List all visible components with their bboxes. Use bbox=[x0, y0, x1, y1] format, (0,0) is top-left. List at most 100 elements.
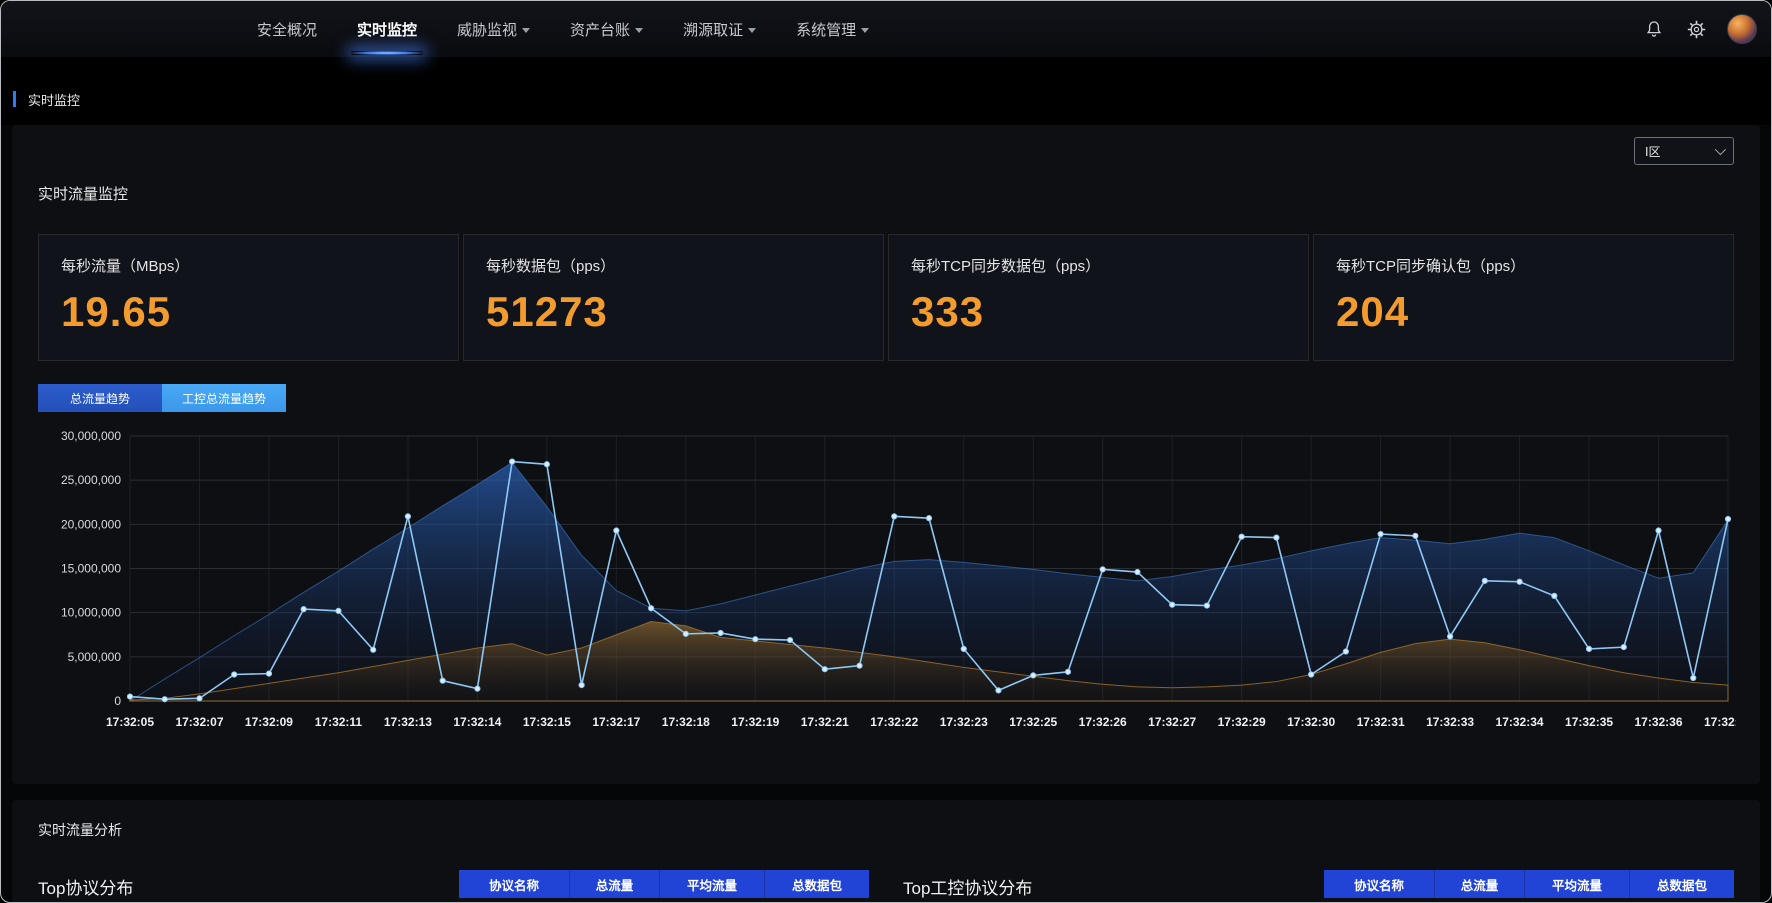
nav-item-label: 系统管理 bbox=[796, 19, 856, 40]
top-protocol-distribution: Top协议分布 协议名称 总流量 平均流量 总数据包 bbox=[38, 870, 869, 899]
zone-select-value: Ⅰ区 bbox=[1645, 143, 1661, 160]
column-header: 协议名称 bbox=[1324, 870, 1434, 898]
analysis-tables-row: Top协议分布 协议名称 总流量 平均流量 总数据包 Top工控协议分布 bbox=[38, 870, 1734, 899]
table-title-top-protocol: Top协议分布 bbox=[38, 870, 133, 899]
user-avatar[interactable] bbox=[1727, 14, 1757, 44]
nav-item-threat-watch[interactable]: 威胁监视 bbox=[457, 1, 530, 57]
svg-text:17:32:15: 17:32:15 bbox=[523, 715, 571, 729]
realtime-traffic-panel: Ⅰ区 实时流量监控 每秒流量（MBps） 19.65 每秒数据包（pps） 51… bbox=[12, 125, 1760, 784]
column-header: 平均流量 bbox=[1524, 870, 1629, 898]
nav-item-realtime-monitor[interactable]: 实时监控 bbox=[357, 1, 417, 57]
svg-text:17:32:18: 17:32:18 bbox=[662, 715, 710, 729]
svg-text:17:32:05: 17:32:05 bbox=[106, 715, 154, 729]
svg-text:15,000,000: 15,000,000 bbox=[61, 562, 121, 576]
traffic-trend-chart: 17:32:05 17:32:07 17:32:09 17:32:11 17:32:13… bbox=[38, 422, 1736, 737]
app-window: 安全概况 实时监控 威胁监视 资产台账 溯源取证 系统管理 bbox=[0, 0, 1772, 903]
nav-item-label: 资产台账 bbox=[570, 19, 630, 40]
stat-label: 每秒TCP同步数据包（pps） bbox=[911, 255, 1286, 276]
stat-label: 每秒TCP同步确认包（pps） bbox=[1336, 255, 1711, 276]
column-header: 总数据包 bbox=[1629, 870, 1734, 898]
nav-item-label: 威胁监视 bbox=[457, 19, 517, 40]
breadcrumb-bar: 实时监控 bbox=[1, 57, 1771, 125]
main-content: Ⅰ区 实时流量监控 每秒流量（MBps） 19.65 每秒数据包（pps） 51… bbox=[1, 125, 1771, 903]
stat-label: 每秒流量（MBps） bbox=[61, 255, 436, 276]
stat-card-mbps: 每秒流量（MBps） 19.65 bbox=[38, 234, 459, 361]
svg-text:17:32:29: 17:32:29 bbox=[1218, 715, 1266, 729]
svg-text:17:32:09: 17:32:09 bbox=[245, 715, 293, 729]
notification-bell-icon[interactable] bbox=[1643, 18, 1665, 40]
column-header: 平均流量 bbox=[659, 870, 764, 898]
nav-item-label: 安全概况 bbox=[257, 19, 317, 40]
svg-text:0: 0 bbox=[114, 694, 121, 708]
nav-item-system-management[interactable]: 系统管理 bbox=[796, 1, 869, 57]
column-header: 总流量 bbox=[1434, 870, 1524, 898]
svg-text:17:32:17: 17:32:17 bbox=[592, 715, 640, 729]
tab-total-traffic-trend[interactable]: 总流量趋势 bbox=[38, 384, 162, 412]
svg-text:17:32:14: 17:32:14 bbox=[453, 715, 501, 729]
svg-text:17:32:13: 17:32:13 bbox=[384, 715, 432, 729]
top-navbar: 安全概况 实时监控 威胁监视 资产台账 溯源取证 系统管理 bbox=[1, 1, 1771, 57]
zone-select-dropdown[interactable]: Ⅰ区 bbox=[1634, 137, 1734, 165]
svg-text:17:32:25: 17:32:25 bbox=[1009, 715, 1057, 729]
chevron-down-icon bbox=[1715, 144, 1726, 155]
svg-text:5,000,000: 5,000,000 bbox=[68, 650, 122, 664]
svg-text:17:32:19: 17:32:19 bbox=[731, 715, 779, 729]
svg-text:17:32:07: 17:32:07 bbox=[175, 715, 223, 729]
chart-container: 17:32:05 17:32:07 17:32:09 17:32:11 17:32:13… bbox=[38, 422, 1734, 737]
svg-text:17:32:23: 17:32:23 bbox=[940, 715, 988, 729]
chevron-down-icon bbox=[635, 28, 643, 33]
svg-text:17:32:22: 17:32:22 bbox=[870, 715, 918, 729]
stat-card-tcp-synack: 每秒TCP同步确认包（pps） 204 bbox=[1313, 234, 1734, 361]
svg-text:17:32:27: 17:32:27 bbox=[1148, 715, 1196, 729]
svg-text:20,000,000: 20,000,000 bbox=[61, 517, 121, 531]
section-title-traffic-monitor: 实时流量监控 bbox=[38, 125, 1734, 204]
chevron-down-icon bbox=[861, 28, 869, 33]
nav-item-security-overview[interactable]: 安全概况 bbox=[257, 1, 317, 57]
nav-item-asset-ledger[interactable]: 资产台账 bbox=[570, 1, 643, 57]
ics-protocol-table-header: 协议名称 总流量 平均流量 总数据包 bbox=[1324, 870, 1734, 898]
svg-text:17:32:31: 17:32:31 bbox=[1357, 715, 1405, 729]
column-header: 总流量 bbox=[569, 870, 659, 898]
stat-label: 每秒数据包（pps） bbox=[486, 255, 861, 276]
ics-protocol-table: 协议名称 总流量 平均流量 总数据包 bbox=[1324, 870, 1734, 898]
svg-text:17:32:37: 17:32:37 bbox=[1704, 715, 1736, 729]
stat-card-pps: 每秒数据包（pps） 51273 bbox=[463, 234, 884, 361]
nav-item-label: 实时监控 bbox=[357, 19, 417, 40]
nav-item-trace-forensics[interactable]: 溯源取证 bbox=[683, 1, 756, 57]
section-title-traffic-analysis: 实时流量分析 bbox=[38, 800, 1734, 840]
topbar-actions bbox=[1643, 1, 1771, 57]
protocol-table: 协议名称 总流量 平均流量 总数据包 bbox=[459, 870, 869, 898]
settings-gear-icon[interactable] bbox=[1685, 18, 1707, 40]
svg-text:17:32:21: 17:32:21 bbox=[801, 715, 849, 729]
column-header: 协议名称 bbox=[459, 870, 569, 898]
breadcrumb-accent bbox=[13, 91, 16, 107]
svg-text:17:32:36: 17:32:36 bbox=[1634, 715, 1682, 729]
stat-value: 204 bbox=[1336, 288, 1711, 336]
svg-text:10,000,000: 10,000,000 bbox=[61, 606, 121, 620]
table-title-top-ics-protocol: Top工控协议分布 bbox=[903, 870, 1032, 899]
stat-value: 51273 bbox=[486, 288, 861, 336]
chevron-down-icon bbox=[748, 28, 756, 33]
svg-text:30,000,000: 30,000,000 bbox=[61, 429, 121, 443]
svg-text:17:32:26: 17:32:26 bbox=[1079, 715, 1127, 729]
stat-card-tcp-syn: 每秒TCP同步数据包（pps） 333 bbox=[888, 234, 1309, 361]
svg-text:17:32:33: 17:32:33 bbox=[1426, 715, 1474, 729]
stat-value: 19.65 bbox=[61, 288, 436, 336]
main-nav: 安全概况 实时监控 威胁监视 资产台账 溯源取证 系统管理 bbox=[1, 1, 869, 57]
svg-text:25,000,000: 25,000,000 bbox=[61, 473, 121, 487]
nav-item-label: 溯源取证 bbox=[683, 19, 743, 40]
column-header: 总数据包 bbox=[764, 870, 869, 898]
svg-text:17:32:35: 17:32:35 bbox=[1565, 715, 1613, 729]
svg-text:17:32:30: 17:32:30 bbox=[1287, 715, 1335, 729]
chevron-down-icon bbox=[522, 28, 530, 33]
svg-text:17:32:11: 17:32:11 bbox=[315, 715, 363, 729]
trend-tabs: 总流量趋势 工控总流量趋势 bbox=[38, 384, 1734, 412]
protocol-table-header: 协议名称 总流量 平均流量 总数据包 bbox=[459, 870, 869, 898]
stat-value: 333 bbox=[911, 288, 1286, 336]
tab-ics-total-traffic-trend[interactable]: 工控总流量趋势 bbox=[162, 384, 286, 412]
top-ics-protocol-distribution: Top工控协议分布 协议名称 总流量 平均流量 总数据包 bbox=[903, 870, 1734, 899]
svg-text:17:32:34: 17:32:34 bbox=[1496, 715, 1544, 729]
stat-cards-row: 每秒流量（MBps） 19.65 每秒数据包（pps） 51273 每秒TCP同… bbox=[38, 234, 1734, 361]
breadcrumb: 实时监控 bbox=[28, 90, 80, 109]
realtime-traffic-analysis-panel: 实时流量分析 Top协议分布 协议名称 总流量 平均流量 总数据包 Top工控协 bbox=[12, 800, 1760, 903]
